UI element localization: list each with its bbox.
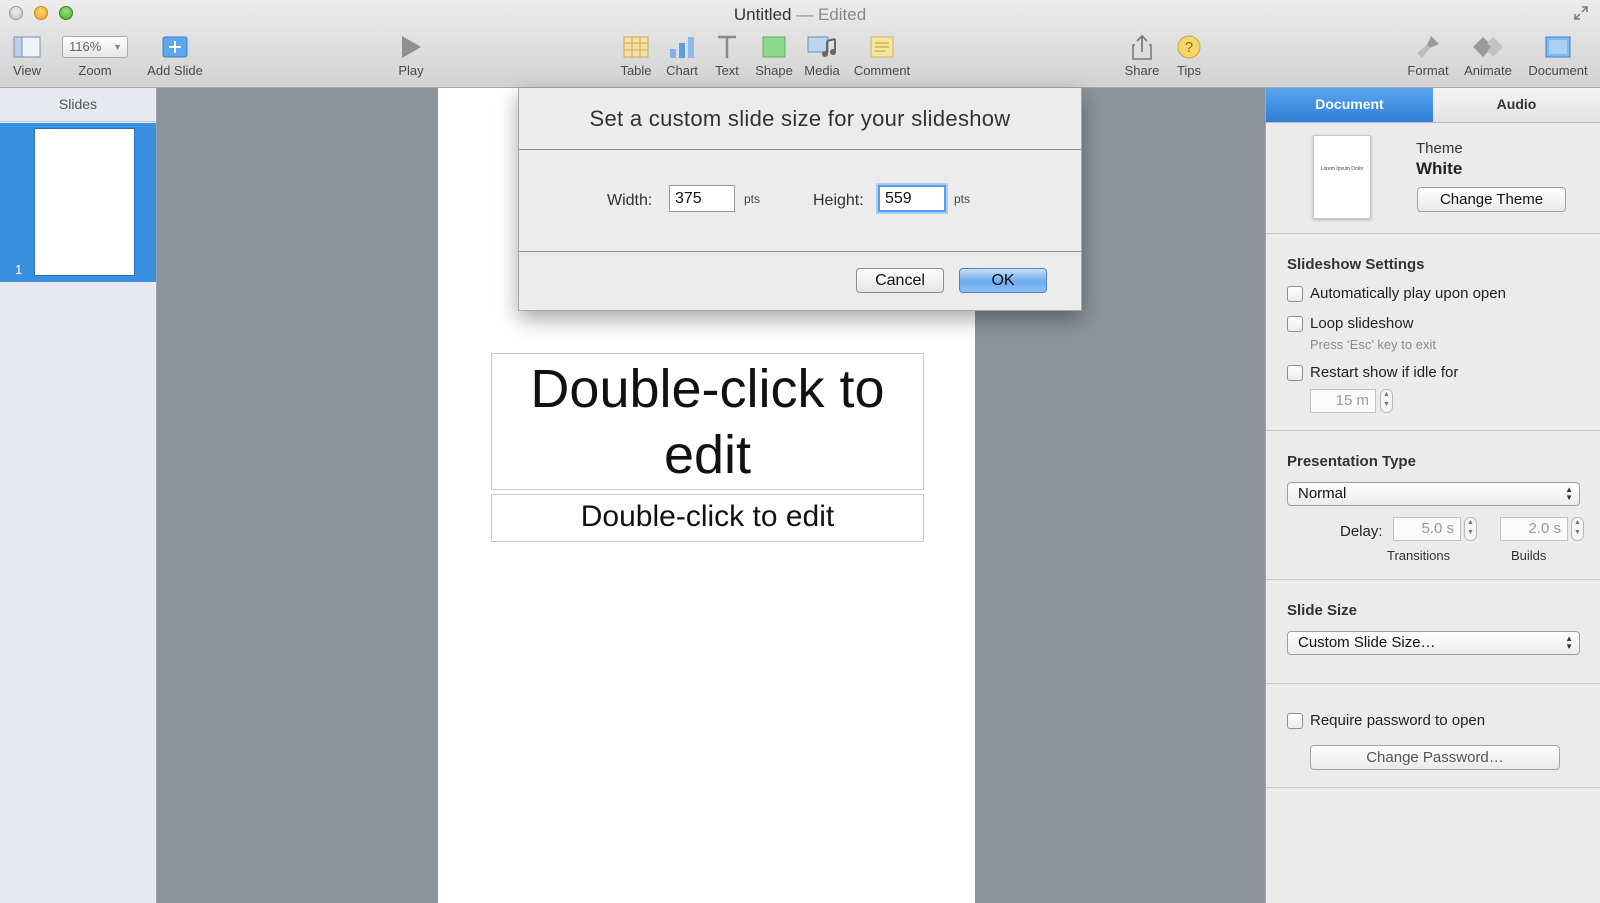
inspector-tabs: Document Audio xyxy=(1266,88,1600,123)
builds-label: Builds xyxy=(1511,548,1547,563)
loop-hint: Press ‘Esc’ key to exit xyxy=(1310,337,1436,352)
zoom-popup[interactable]: 116% ▼ xyxy=(62,36,128,58)
zoom-control[interactable]: 116% ▼ Zoom xyxy=(62,32,128,78)
width-label: Width: xyxy=(607,192,653,209)
slides-header: Slides xyxy=(0,88,156,122)
transitions-label: Transitions xyxy=(1387,548,1451,563)
view-button[interactable]: View xyxy=(8,32,46,78)
builds-delay-stepper[interactable]: ▲ ▼ xyxy=(1571,517,1584,541)
restart-checkbox[interactable] xyxy=(1287,365,1303,381)
auto-play-checkbox[interactable] xyxy=(1287,286,1303,302)
format-button[interactable]: Format xyxy=(1405,32,1451,78)
share-icon xyxy=(1132,34,1152,60)
transitions-delay-stepper[interactable]: ▲ ▼ xyxy=(1464,517,1477,541)
builds-delay-field[interactable]: 2.0 s xyxy=(1500,517,1568,541)
theme-name: White xyxy=(1416,159,1463,178)
media-icon xyxy=(807,36,836,57)
presentation-type-heading: Presentation Type xyxy=(1287,453,1416,470)
document-inspector-button[interactable]: Document xyxy=(1526,32,1590,78)
delay-label: Delay: xyxy=(1340,523,1383,540)
chart-button[interactable]: Chart xyxy=(665,32,699,78)
up-down-arrows-icon: ▲ ▼ xyxy=(1565,485,1573,502)
shape-button[interactable]: Shape xyxy=(755,32,793,78)
svg-text:?: ? xyxy=(1185,39,1193,56)
add-slide-button[interactable]: Add Slide xyxy=(146,32,204,78)
animate-button[interactable]: Animate xyxy=(1460,32,1516,78)
up-down-arrows-icon: ▲ ▼ xyxy=(1565,634,1573,651)
height-unit: pts xyxy=(954,192,971,206)
idle-time-stepper[interactable]: ▲ ▼ xyxy=(1380,389,1393,413)
theme-label: Theme xyxy=(1416,140,1463,157)
plus-icon xyxy=(162,36,188,58)
edited-status: Edited xyxy=(817,5,867,24)
dialog-fields: Width: pts Height: pts xyxy=(519,150,1081,252)
shape-icon xyxy=(762,36,786,58)
paintbrush-icon xyxy=(1417,36,1439,58)
cancel-button[interactable]: Cancel xyxy=(856,268,944,293)
table-button[interactable]: Table xyxy=(619,32,653,78)
animate-icon xyxy=(1473,37,1503,57)
slide-thumbnail-row[interactable]: 1 xyxy=(0,123,156,282)
change-password-button[interactable]: Change Password… xyxy=(1310,745,1560,770)
text-icon xyxy=(718,35,736,58)
dialog-title: Set a custom slide size for your slidesh… xyxy=(519,88,1081,150)
tips-button[interactable]: ? Tips xyxy=(1174,32,1204,78)
chart-icon xyxy=(670,37,694,58)
view-icon xyxy=(13,36,41,58)
slide-size-section: Slide Size Custom Slide Size… ▲ ▼ xyxy=(1266,580,1600,684)
window-toolbar: Untitled — Edited View 116% ▼ Zoom Add Sl… xyxy=(0,0,1600,88)
comment-icon xyxy=(870,36,894,58)
idle-time-field[interactable]: 15 m xyxy=(1310,389,1376,413)
transitions-delay-field[interactable]: 5.0 s xyxy=(1393,517,1461,541)
body-placeholder[interactable]: Double-click to edit xyxy=(491,494,924,542)
theme-thumbnail: Lorem Ipsum Dolor xyxy=(1313,135,1371,219)
document-icon xyxy=(1545,36,1571,58)
slide-size-heading: Slide Size xyxy=(1287,602,1358,619)
document-inspector: Document Audio Lorem Ipsum Dolor Theme W… xyxy=(1265,88,1600,903)
document-name: Untitled xyxy=(733,5,792,24)
width-input[interactable] xyxy=(669,185,735,212)
text-button[interactable]: Text xyxy=(712,32,742,78)
custom-slide-size-sheet: Set a custom slide size for your slidesh… xyxy=(518,88,1082,311)
theme-section: Lorem Ipsum Dolor Theme White Change The… xyxy=(1266,123,1600,234)
height-input[interactable] xyxy=(878,185,946,212)
fullscreen-icon[interactable] xyxy=(1574,6,1590,22)
presentation-type-select[interactable]: Normal ▲ ▼ xyxy=(1287,482,1580,506)
slide-thumbnail[interactable] xyxy=(34,128,135,276)
table-icon xyxy=(623,36,649,58)
share-button[interactable]: Share xyxy=(1124,32,1160,78)
slide-navigator: Slides 1 xyxy=(0,88,157,903)
auto-play-label: Automatically play upon open xyxy=(1310,285,1506,302)
play-icon xyxy=(402,36,421,58)
height-label: Height: xyxy=(813,192,864,209)
comment-button[interactable]: Comment xyxy=(853,32,911,78)
window-title: Untitled — Edited xyxy=(0,5,1600,25)
slide-size-select[interactable]: Custom Slide Size… ▲ ▼ xyxy=(1287,631,1580,655)
title-separator: — xyxy=(796,5,814,24)
loop-checkbox[interactable] xyxy=(1287,316,1303,332)
loop-label: Loop slideshow xyxy=(1310,315,1414,332)
slideshow-settings-section: Slideshow Settings Automatically play up… xyxy=(1266,234,1600,431)
restart-label: Restart show if idle for xyxy=(1310,364,1459,381)
question-icon: ? xyxy=(1177,35,1201,59)
chevron-down-icon: ▼ xyxy=(113,42,122,52)
ok-button[interactable]: OK xyxy=(959,268,1047,293)
tab-document[interactable]: Document xyxy=(1266,88,1433,122)
tab-audio[interactable]: Audio xyxy=(1433,88,1600,122)
slideshow-settings-heading: Slideshow Settings xyxy=(1287,256,1425,273)
password-section: Require password to open Change Password… xyxy=(1266,684,1600,788)
presentation-type-section: Presentation Type Normal ▲ ▼ Delay: 5.0 s… xyxy=(1266,431,1600,580)
require-password-label: Require password to open xyxy=(1310,712,1486,729)
title-placeholder[interactable]: Double-click to edit xyxy=(491,353,924,490)
require-password-checkbox[interactable] xyxy=(1287,713,1303,729)
change-theme-button[interactable]: Change Theme xyxy=(1417,187,1566,212)
slide-number: 1 xyxy=(15,262,23,277)
media-button[interactable]: Media xyxy=(803,32,841,78)
width-unit: pts xyxy=(744,192,761,206)
play-button[interactable]: Play xyxy=(396,32,426,78)
